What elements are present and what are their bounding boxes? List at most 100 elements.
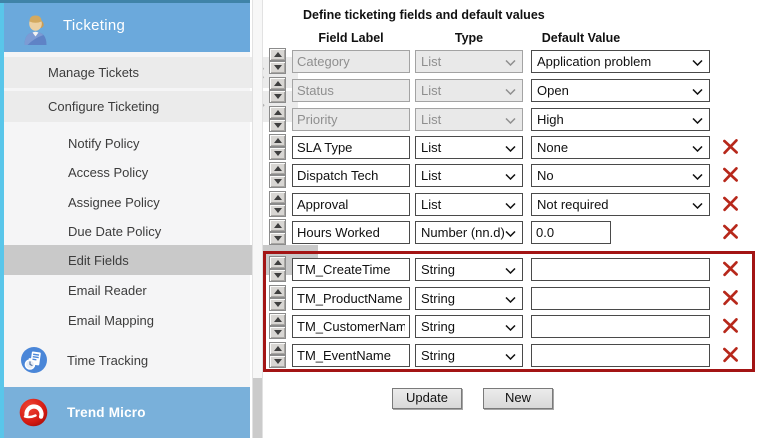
sidebar-item-label: Time Tracking (67, 353, 148, 368)
type-select[interactable]: String (415, 315, 523, 338)
move-up-button[interactable] (269, 77, 286, 90)
field-label-input[interactable] (292, 193, 410, 216)
arrow-down-icon (274, 273, 282, 278)
delete-row-icon[interactable] (722, 195, 739, 212)
move-up-button[interactable] (269, 285, 286, 298)
field-row-tm-createtime: String (269, 256, 755, 283)
field-label-input[interactable] (292, 344, 410, 367)
default-value-input[interactable] (531, 344, 710, 367)
move-up-button[interactable] (269, 134, 286, 147)
arrow-down-icon (274, 123, 282, 128)
type-select[interactable]: String (415, 258, 523, 281)
type-select[interactable]: List (415, 164, 523, 187)
move-down-button[interactable] (269, 204, 286, 217)
default-value-input[interactable] (531, 258, 710, 281)
sidebar-item-label: Email Mapping (68, 313, 154, 328)
chevron-down-icon (692, 89, 703, 95)
row-reorder-spinner (269, 48, 286, 74)
move-down-button[interactable] (269, 298, 286, 311)
sidebar-top-edge (0, 0, 250, 3)
arrow-up-icon (274, 81, 282, 86)
sidebar-item-time-tracking[interactable]: Time Tracking (0, 338, 250, 382)
sidebar-title: Ticketing (63, 17, 125, 34)
field-label-input[interactable] (292, 136, 410, 159)
default-value-select[interactable]: Application problem (531, 50, 710, 73)
move-down-button[interactable] (269, 61, 286, 74)
move-up-button[interactable] (269, 342, 286, 355)
type-select[interactable]: Number (nn.d) (415, 221, 523, 244)
move-up-button[interactable] (269, 256, 286, 269)
default-value-select[interactable]: No (531, 164, 710, 187)
move-up-button[interactable] (269, 313, 286, 326)
delete-row-icon[interactable] (722, 317, 739, 334)
row-reorder-spinner (269, 342, 286, 368)
move-down-button[interactable] (269, 326, 286, 339)
move-up-button[interactable] (269, 219, 286, 232)
default-value-input[interactable] (531, 287, 710, 310)
type-select[interactable]: String (415, 287, 523, 310)
sidebar-item-trend-micro[interactable]: Trend Micro (0, 387, 250, 438)
app-window: Ticketing Manage Tickets Configure Ticke… (0, 0, 765, 438)
move-down-button[interactable] (269, 119, 286, 132)
field-row-approval: List Not required (269, 191, 755, 218)
delete-row-icon[interactable] (722, 260, 739, 277)
arrow-up-icon (274, 260, 282, 265)
sidebar-item-label: Access Policy (68, 165, 148, 180)
field-label-input[interactable] (292, 164, 410, 187)
chevron-down-icon (505, 203, 516, 209)
column-header-field-label: Field Label (292, 31, 410, 45)
field-label-input (292, 108, 410, 131)
row-reorder-spinner (269, 285, 286, 311)
field-label-input[interactable] (292, 287, 410, 310)
field-row-tm-eventname: String (269, 342, 755, 369)
default-value-select[interactable]: High (531, 108, 710, 131)
delete-row-icon[interactable] (722, 166, 739, 183)
default-value-select[interactable]: Open (531, 79, 710, 102)
move-down-button[interactable] (269, 90, 286, 103)
field-row-tm-productname: String (269, 285, 755, 312)
move-down-button[interactable] (269, 232, 286, 245)
type-select[interactable]: List (415, 136, 523, 159)
row-reorder-spinner (269, 162, 286, 188)
move-up-button[interactable] (269, 106, 286, 119)
scrollbar-thumb[interactable] (253, 378, 262, 438)
delete-row-icon[interactable] (722, 346, 739, 363)
default-value-input[interactable] (531, 315, 710, 338)
arrow-up-icon (274, 317, 282, 322)
sidebar-item-label: Edit Fields (68, 253, 129, 268)
default-value-input[interactable] (531, 221, 611, 244)
type-select[interactable]: List (415, 193, 523, 216)
sidebar-header-ticketing[interactable]: Ticketing (0, 0, 250, 52)
arrow-up-icon (274, 166, 282, 171)
sidebar-accent-strip (0, 0, 4, 438)
move-up-button[interactable] (269, 162, 286, 175)
field-row-tm-customername: String (269, 313, 755, 340)
field-label-input[interactable] (292, 221, 410, 244)
field-label-input[interactable] (292, 315, 410, 338)
move-up-button[interactable] (269, 191, 286, 204)
new-button[interactable]: New (483, 388, 553, 409)
chevron-down-icon (505, 268, 516, 274)
delete-row-icon[interactable] (722, 138, 739, 155)
arrow-up-icon (274, 110, 282, 115)
type-select[interactable]: String (415, 344, 523, 367)
move-down-button[interactable] (269, 175, 286, 188)
arrow-down-icon (274, 330, 282, 335)
move-down-button[interactable] (269, 269, 286, 282)
field-row-sla-type: List None (269, 134, 755, 161)
move-down-button[interactable] (269, 147, 286, 160)
move-up-button[interactable] (269, 48, 286, 61)
chevron-down-icon (692, 118, 703, 124)
field-label-input[interactable] (292, 258, 410, 281)
chevron-down-icon (505, 174, 516, 180)
field-row-hours-worked: Number (nn.d) (269, 219, 755, 246)
content-scrollbar[interactable] (252, 0, 263, 438)
arrow-up-icon (274, 289, 282, 294)
trend-micro-logo-icon (19, 398, 48, 427)
move-down-button[interactable] (269, 355, 286, 368)
delete-row-icon[interactable] (722, 289, 739, 306)
default-value-select[interactable]: None (531, 136, 710, 159)
delete-row-icon[interactable] (722, 223, 739, 240)
update-button[interactable]: Update (392, 388, 462, 409)
default-value-select[interactable]: Not required (531, 193, 710, 216)
